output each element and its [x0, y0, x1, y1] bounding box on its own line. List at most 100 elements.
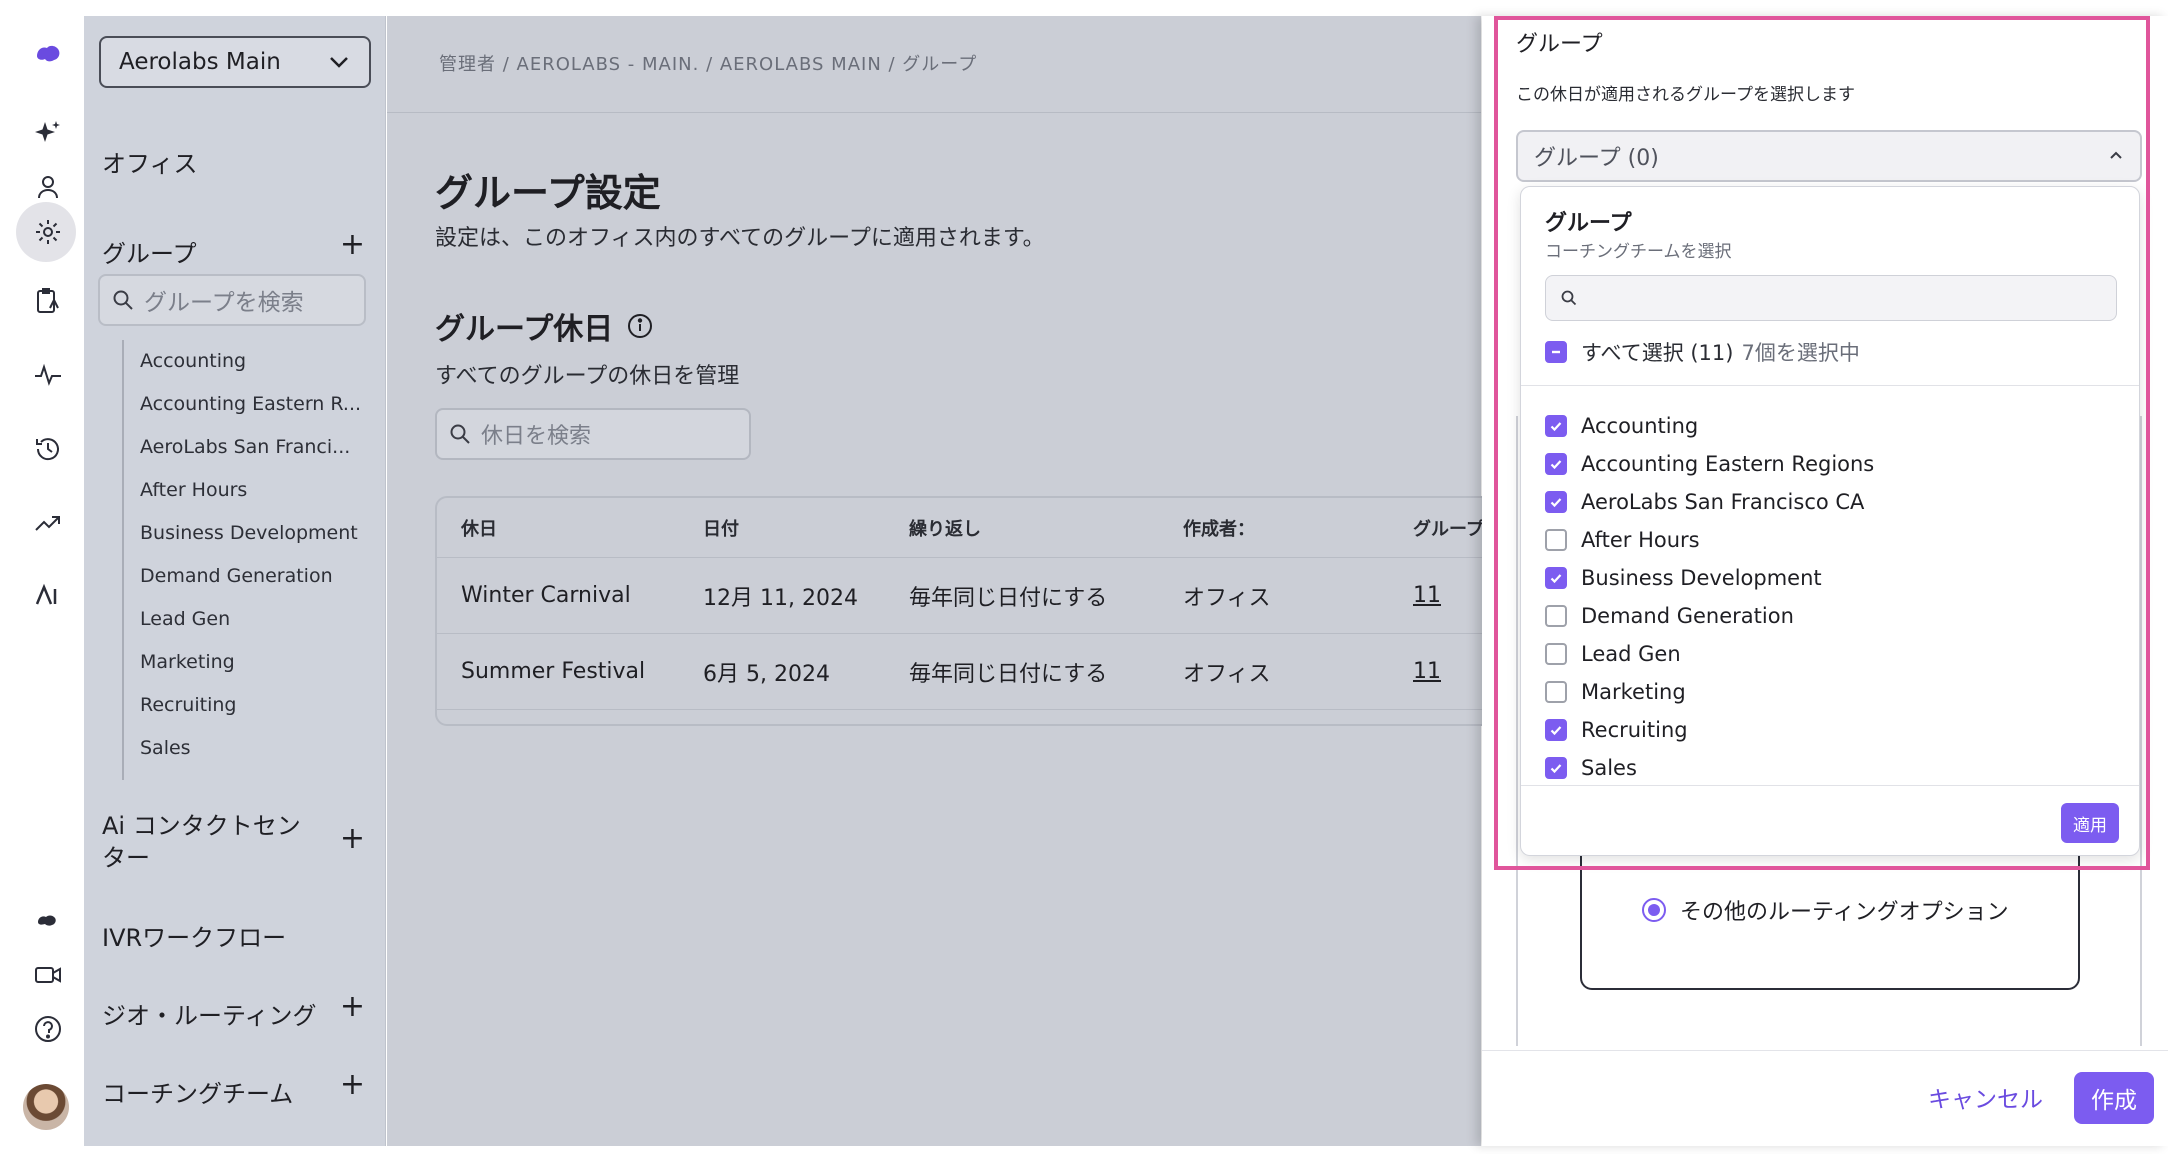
history-icon[interactable]: [29, 430, 67, 468]
create-button[interactable]: 作成: [2074, 1072, 2154, 1124]
holiday-search-placeholder: 休日を検索: [481, 424, 592, 449]
checkbox-unchecked[interactable]: [1545, 605, 1567, 627]
group-option[interactable]: Sales: [1545, 749, 2105, 787]
workspace-label: Aerolabs Main: [119, 49, 281, 75]
sidebar-group-item[interactable]: Accounting: [124, 340, 372, 383]
group-option[interactable]: Accounting: [1545, 407, 2105, 445]
group-option[interactable]: After Hours: [1545, 521, 2105, 559]
sidebar-group-item[interactable]: Sales: [124, 727, 372, 770]
dropdown-search-input[interactable]: [1545, 275, 2117, 321]
group-option[interactable]: Business Development: [1545, 559, 2105, 597]
sidebar-group-item[interactable]: AeroLabs San Franci...: [124, 426, 372, 469]
group-option-label: Accounting Eastern Regions: [1581, 452, 1875, 476]
select-all-row[interactable]: すべて選択 (11) 7個を選択中: [1545, 337, 1860, 367]
holiday-title-text: グループ休日: [435, 312, 614, 347]
video-icon[interactable]: [29, 956, 67, 994]
sparkle-icon[interactable]: [29, 114, 67, 152]
holiday-table: 休日 日付 繰り返し 作成者： グループ Winter Carnival 12月…: [435, 496, 1495, 726]
holiday-section-title: グループ休日: [435, 304, 653, 348]
info-icon[interactable]: [627, 313, 653, 339]
panel-content-border: [2140, 416, 2142, 1046]
checkbox-checked[interactable]: [1545, 453, 1567, 475]
holiday-groups-link[interactable]: 11: [1413, 558, 1441, 633]
chevron-down-icon: [330, 57, 348, 68]
workspace-select[interactable]: Aerolabs Main: [99, 36, 371, 88]
apply-button[interactable]: 適用: [2061, 803, 2119, 843]
checkbox-checked[interactable]: [1545, 567, 1567, 589]
indeterminate-checkbox[interactable]: [1545, 341, 1567, 363]
checkbox-unchecked[interactable]: [1545, 681, 1567, 703]
groups-field-title: グループ: [1516, 32, 1603, 57]
holiday-name: Summer Festival: [461, 659, 646, 684]
logo-icon[interactable]: [29, 36, 67, 74]
sidebar-section-ai-contact-center[interactable]: Ai コンタクトセンター: [102, 810, 322, 875]
table-row[interactable]: Summer Festival 6月 5, 2024 毎年同じ日付にする オフィ…: [437, 634, 1493, 710]
sidebar-group-item[interactable]: Business Development: [124, 512, 372, 555]
sidebar-group-item[interactable]: Recruiting: [124, 684, 372, 727]
holiday-repeat: 毎年同じ日付にする: [909, 585, 1108, 611]
sidebar-section-coaching[interactable]: コーチングチーム: [102, 1074, 293, 1109]
sidebar-group-item[interactable]: After Hours: [124, 469, 372, 512]
routing-option-radio[interactable]: その他のルーティングオプション: [1642, 894, 2009, 926]
gear-icon[interactable]: [29, 213, 67, 251]
checkbox-checked[interactable]: [1545, 415, 1567, 437]
group-options-list: Accounting Accounting Eastern Regions Aero…: [1545, 407, 2105, 787]
page-title: グループ設定: [435, 171, 661, 215]
checkbox-checked[interactable]: [1545, 757, 1567, 779]
group-option[interactable]: Accounting Eastern Regions: [1545, 445, 2105, 483]
activity-icon[interactable]: [29, 356, 67, 394]
search-icon: [450, 424, 470, 444]
ai-icon[interactable]: [29, 576, 67, 614]
help-icon[interactable]: [29, 1010, 67, 1048]
group-option-label: Accounting: [1581, 414, 1699, 438]
holiday-groups-link[interactable]: 11: [1413, 634, 1441, 709]
groups-select-trigger[interactable]: グループ (0): [1516, 130, 2142, 182]
table-row[interactable]: Winter Carnival 12月 11, 2024 毎年同じ日付にする オ…: [437, 558, 1493, 634]
table-header: 休日 日付 繰り返し 作成者： グループ: [437, 498, 1493, 558]
sidebar-section-groups[interactable]: グループ: [102, 234, 197, 269]
cancel-button[interactable]: キャンセル: [1928, 1080, 2043, 1114]
sidebar-group-item[interactable]: Marketing: [124, 641, 372, 684]
groups-field-description: この休日が適用されるグループを選択します: [1516, 85, 1855, 105]
brand-mark-icon[interactable]: [29, 902, 67, 940]
add-coaching-team-button[interactable]: +: [340, 1070, 365, 1100]
trend-icon[interactable]: [29, 504, 67, 542]
group-option[interactable]: AeroLabs San Francisco CA: [1545, 483, 2105, 521]
add-ai-contact-center-button[interactable]: +: [340, 824, 365, 854]
holiday-date: 6月 5, 2024: [703, 661, 830, 687]
sidebar-item-ivr[interactable]: IVRワークフロー: [102, 918, 286, 953]
dropdown-divider: [1521, 385, 2139, 386]
group-option[interactable]: Recruiting: [1545, 711, 2105, 749]
group-option-label: AeroLabs San Francisco CA: [1581, 490, 1865, 514]
clipboard-icon[interactable]: [29, 282, 67, 320]
radio-selected-icon: [1642, 898, 1666, 922]
add-geo-routing-button[interactable]: +: [340, 992, 365, 1022]
checkbox-checked[interactable]: [1545, 491, 1567, 513]
sidebar-section-geo-routing[interactable]: ジオ・ルーティング: [102, 996, 317, 1031]
column-header[interactable]: 日付: [703, 498, 739, 557]
user-icon[interactable]: [29, 168, 67, 206]
sidebar-group-item[interactable]: Lead Gen: [124, 598, 372, 641]
group-option[interactable]: Lead Gen: [1545, 635, 2105, 673]
holiday-search-input[interactable]: 休日を検索: [435, 408, 751, 460]
group-option[interactable]: Demand Generation: [1545, 597, 2105, 635]
add-group-button[interactable]: +: [340, 230, 365, 260]
group-search-input[interactable]: グループを検索: [98, 274, 366, 326]
column-header[interactable]: 繰り返し: [909, 498, 981, 557]
column-header[interactable]: 作成者：: [1183, 498, 1255, 557]
sidebar-group-item[interactable]: Accounting Eastern R...: [124, 383, 372, 426]
holiday-name: Winter Carnival: [461, 583, 631, 608]
avatar[interactable]: [23, 1084, 69, 1130]
group-option[interactable]: Marketing: [1545, 673, 2105, 711]
checkbox-unchecked[interactable]: [1545, 529, 1567, 551]
group-list: Accounting Accounting Eastern R... AeroL…: [122, 340, 372, 780]
breadcrumb: 管理者 / AEROLABS - MAIN. / AEROLABS MAIN /…: [439, 54, 978, 75]
select-all-label: すべて選択 (11): [1581, 341, 1734, 365]
checkbox-unchecked[interactable]: [1545, 643, 1567, 665]
sidebar-group-item[interactable]: Demand Generation: [124, 555, 372, 598]
sidebar-item-office[interactable]: オフィス: [102, 144, 198, 179]
dropdown-title: グループ: [1545, 211, 1632, 236]
checkbox-checked[interactable]: [1545, 719, 1567, 741]
column-header[interactable]: 休日: [461, 498, 497, 557]
column-header[interactable]: グループ: [1413, 498, 1484, 557]
